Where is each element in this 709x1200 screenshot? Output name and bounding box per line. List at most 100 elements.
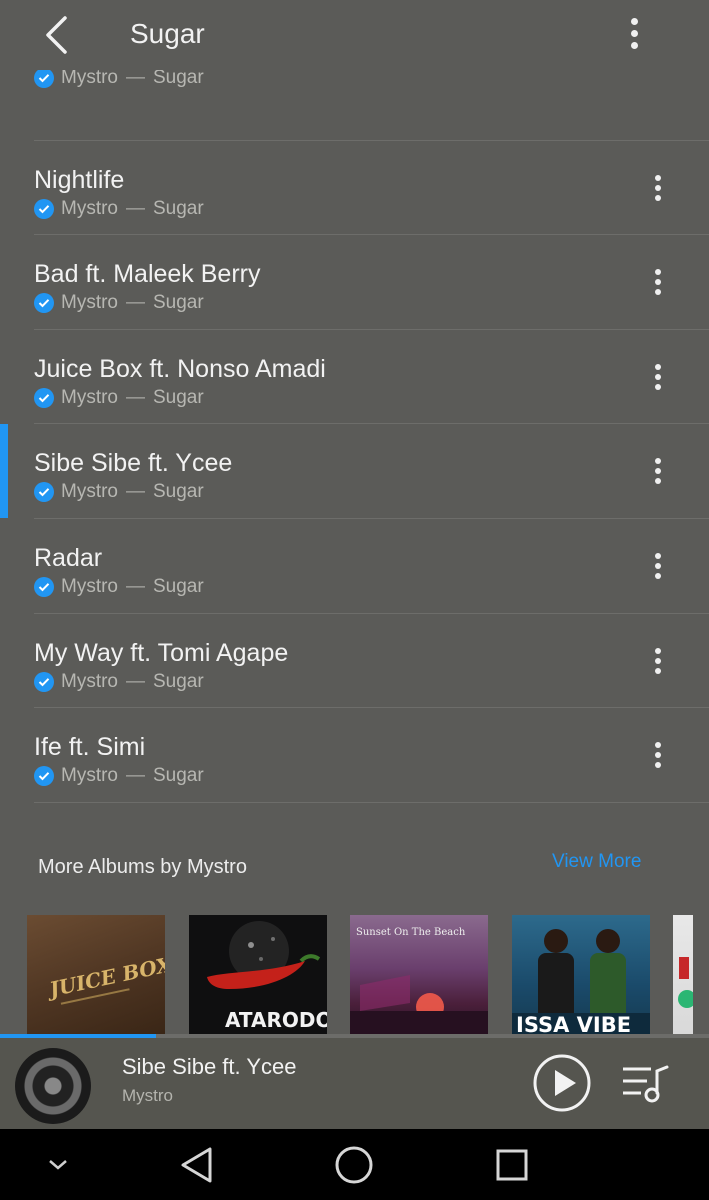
- more-options-button[interactable]: [614, 10, 654, 56]
- track-more-button[interactable]: [638, 165, 678, 211]
- separator: —: [126, 765, 145, 787]
- now-playing-artwork[interactable]: [15, 1048, 91, 1124]
- track-artist[interactable]: Mystro: [61, 576, 118, 598]
- track-artist[interactable]: Mystro: [61, 481, 118, 503]
- track-album[interactable]: Sugar: [153, 292, 204, 314]
- separator: —: [126, 67, 145, 88]
- separator: —: [126, 292, 145, 314]
- track-more-button[interactable]: [638, 638, 678, 684]
- nav-collapse-button[interactable]: [34, 1141, 82, 1189]
- track-artist[interactable]: Mystro: [61, 67, 118, 89]
- back-arrow-icon: [46, 16, 67, 54]
- separator: —: [126, 670, 145, 692]
- now-playing-artist: Mystro: [122, 1086, 173, 1105]
- page-title: Sugar: [130, 18, 205, 49]
- track-artist[interactable]: Mystro: [61, 671, 118, 693]
- more-vertical-icon: [655, 174, 661, 181]
- track-row[interactable]: Juice Box ft. Nonso Amadi Mystro — Sugar: [0, 330, 709, 425]
- track-meta: Mystro — Sugar: [34, 387, 204, 409]
- track-album[interactable]: Sugar: [153, 765, 204, 787]
- track-meta: Mystro — Sugar: [34, 292, 204, 314]
- track-artist[interactable]: Mystro: [61, 292, 118, 314]
- track-artist[interactable]: Mystro: [61, 387, 118, 409]
- play-button[interactable]: [532, 1053, 592, 1113]
- verified-check-icon: [34, 387, 54, 408]
- play-circle-icon: [533, 1054, 591, 1112]
- circle-home-icon: [335, 1146, 373, 1184]
- track-meta: Mystro — Sugar: [34, 67, 204, 89]
- separator: —: [126, 386, 145, 408]
- track-row[interactable]: My Way ft. Tomi Agape Mystro — Sugar: [0, 614, 709, 709]
- track-album[interactable]: Sugar: [153, 198, 204, 220]
- album-cover-text: ATARODO: [225, 1008, 327, 1032]
- track-meta: Mystro — Sugar: [34, 765, 204, 787]
- verified-check-icon: [34, 293, 54, 314]
- track-album[interactable]: Sugar: [153, 576, 204, 598]
- square-recents-icon: [496, 1149, 528, 1181]
- triangle-back-icon: [181, 1147, 212, 1183]
- separator: —: [126, 481, 145, 503]
- verified-check-icon: [34, 766, 54, 787]
- nav-recents-button[interactable]: [488, 1141, 536, 1189]
- album-cover-partial[interactable]: [673, 915, 693, 1034]
- track-row[interactable]: Sibe Sibe ft. Ycee Mystro — Sugar: [0, 424, 709, 519]
- verified-check-icon: [34, 671, 54, 692]
- track-artist[interactable]: Mystro: [61, 198, 118, 220]
- track-row[interactable]: Nightlife Mystro — Sugar: [0, 141, 709, 236]
- album-cover-text: Sunset On The Beach: [356, 927, 466, 938]
- track-more-button[interactable]: [638, 259, 678, 305]
- nav-home-button[interactable]: [330, 1141, 378, 1189]
- track-album[interactable]: Sugar: [153, 481, 204, 503]
- queue-button[interactable]: [617, 1059, 673, 1107]
- app-bar: Sugar: [0, 0, 709, 70]
- track-more-button[interactable]: [638, 732, 678, 778]
- system-navigation-bar: [0, 1129, 709, 1200]
- track-title: Bad ft. Maleek Berry: [34, 260, 261, 289]
- track-row[interactable]: Bad ft. Maleek Berry Mystro — Sugar: [0, 235, 709, 330]
- track-album[interactable]: Sugar: [153, 387, 204, 409]
- view-more-link[interactable]: View More: [552, 851, 641, 873]
- track-meta: Mystro — Sugar: [34, 198, 204, 220]
- more-albums-header: More Albums by Mystro: [38, 856, 247, 878]
- back-button[interactable]: [28, 8, 84, 62]
- more-vertical-icon: [655, 742, 661, 749]
- track-artist[interactable]: Mystro: [61, 765, 118, 787]
- track-title: Radar: [34, 543, 103, 572]
- track-row[interactable]: Ife ft. Simi Mystro — Sugar: [0, 708, 709, 803]
- track-album[interactable]: Sugar: [153, 671, 204, 693]
- track-title: Sibe Sibe ft. Ycee: [34, 449, 233, 478]
- album-cover-text: ISSA VIBE: [516, 1013, 631, 1034]
- more-vertical-icon: [655, 552, 661, 559]
- separator: —: [126, 197, 145, 219]
- album-cover-atarodo[interactable]: ATARODO: [189, 915, 327, 1034]
- mini-player[interactable]: Sibe Sibe ft. Ycee Mystro: [0, 1038, 709, 1129]
- separator: —: [126, 575, 145, 597]
- album-screen: So Wavy ft. Lugy Official Mystro — Sugar…: [0, 0, 709, 1200]
- divider: [34, 801, 709, 803]
- track-meta: Mystro — Sugar: [34, 671, 204, 693]
- verified-check-icon: [34, 198, 54, 219]
- track-more-button[interactable]: [638, 354, 678, 400]
- queue-music-icon: [623, 1065, 669, 1103]
- more-vertical-icon: [630, 17, 638, 25]
- verified-check-icon: [34, 482, 54, 503]
- track-album[interactable]: Sugar: [153, 67, 204, 89]
- album-cover-juice-box[interactable]: JUICE BOX: [27, 915, 165, 1034]
- album-cover-issa-vibe[interactable]: ISSA VIBE: [512, 915, 650, 1034]
- track-title: My Way ft. Tomi Agape: [34, 638, 289, 667]
- track-meta: Mystro — Sugar: [34, 481, 204, 503]
- album-carousel[interactable]: JUICE BOX ATARODO Sunset On The Beach IS…: [27, 915, 709, 1034]
- track-more-button[interactable]: [638, 543, 678, 589]
- more-vertical-icon: [655, 647, 661, 654]
- track-title: Nightlife: [34, 165, 125, 194]
- track-more-button[interactable]: [638, 448, 678, 494]
- more-vertical-icon: [655, 269, 661, 276]
- track-meta: Mystro — Sugar: [34, 576, 204, 598]
- nav-back-button[interactable]: [173, 1141, 221, 1189]
- more-vertical-icon: [655, 363, 661, 370]
- track-list: So Wavy ft. Lugy Official Mystro — Sugar…: [0, 35, 709, 803]
- album-cover-sunset[interactable]: Sunset On The Beach: [350, 915, 488, 1034]
- track-row[interactable]: Radar Mystro — Sugar: [0, 519, 709, 614]
- chevron-down-icon: [49, 1160, 67, 1170]
- more-vertical-icon: [655, 458, 661, 465]
